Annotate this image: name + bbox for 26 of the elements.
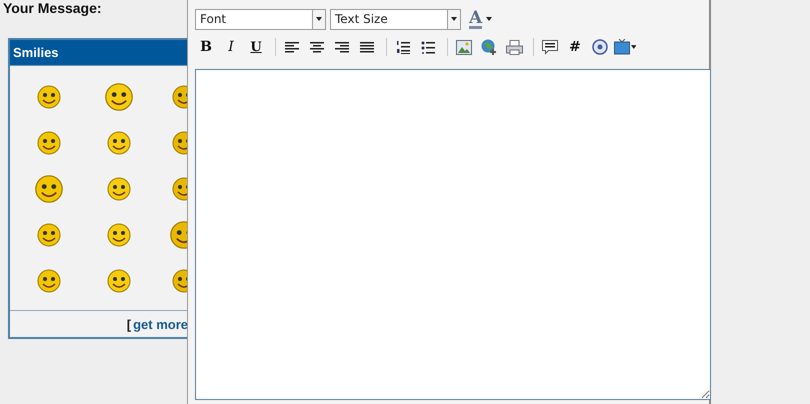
message-label: Your Message: <box>2 0 103 18</box>
panel-title: Smilies <box>10 40 187 66</box>
align-center-icon <box>310 41 324 53</box>
text-size-select[interactable]: Text Size <box>330 8 461 30</box>
align-left-icon <box>285 41 299 53</box>
text-color-button[interactable]: A <box>465 10 496 28</box>
caret-icon <box>316 17 322 21</box>
bracket: [ <box>126 316 132 332</box>
printer-icon <box>506 40 522 54</box>
hash-button[interactable]: # <box>564 36 586 58</box>
underline-button[interactable]: U <box>245 36 267 58</box>
caret-icon <box>451 17 457 21</box>
globe-link-icon <box>480 39 498 55</box>
comment-icon <box>542 40 558 54</box>
disc-icon <box>592 39 608 55</box>
align-right-icon <box>335 41 349 53</box>
font-select[interactable]: Font <box>195 8 326 30</box>
italic-button[interactable]: I <box>220 36 242 58</box>
screen-icon <box>614 39 630 55</box>
caret-icon <box>630 45 636 49</box>
bold-button[interactable]: B <box>195 36 217 58</box>
caret-icon <box>486 17 492 21</box>
image-icon <box>456 40 472 54</box>
justify-icon <box>360 41 374 53</box>
numbered-list-icon <box>396 40 410 54</box>
bulleted-list-icon <box>421 40 435 54</box>
